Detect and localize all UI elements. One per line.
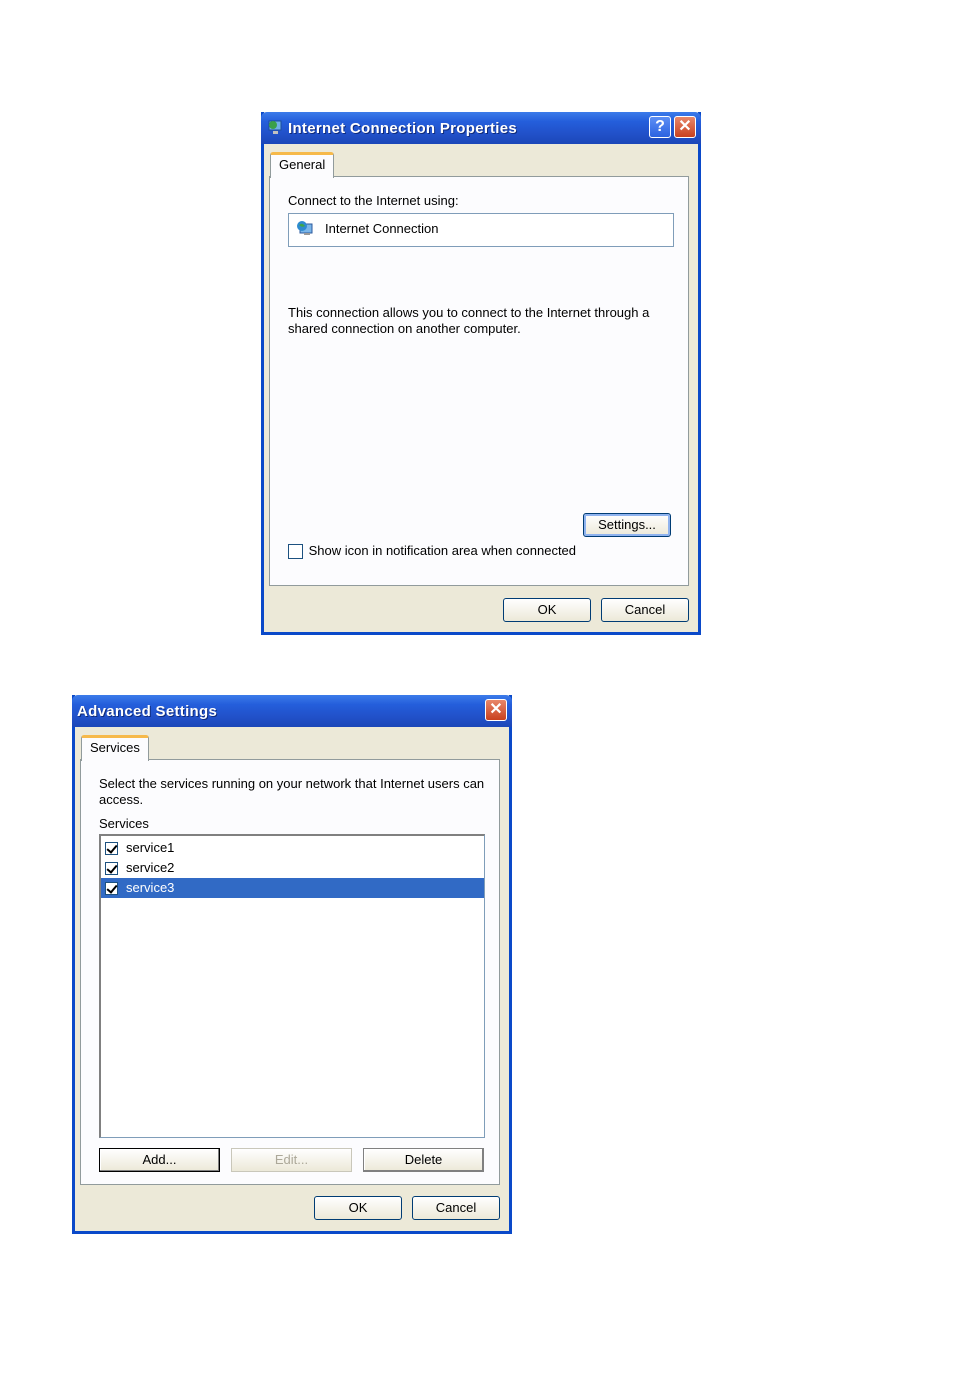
services-panel: Select the services running on your netw… [80, 759, 500, 1185]
add-button[interactable]: Add... [99, 1148, 220, 1172]
tab-services[interactable]: Services [81, 735, 149, 761]
connection-description: This connection allows you to connect to… [288, 305, 650, 336]
cancel-button-label: Cancel [624, 602, 666, 617]
cancel-button-label: Cancel [435, 1200, 477, 1215]
title-bar[interactable]: Internet Connection Properties ? ✕ [261, 112, 701, 144]
settings-button-label: Settings... [598, 517, 656, 532]
service-checkbox[interactable] [105, 842, 118, 856]
service-item[interactable]: service1 [101, 838, 484, 858]
service-item-selected[interactable]: service3 [101, 878, 484, 898]
close-icon: ✕ [678, 118, 692, 135]
delete-button[interactable]: Delete [363, 1148, 484, 1172]
ok-button[interactable]: OK [503, 598, 591, 622]
services-description: Select the services running on your netw… [99, 776, 485, 807]
settings-button[interactable]: Settings... [583, 513, 671, 537]
advanced-settings-dialog: Advanced Settings ✕ Services Select the … [72, 695, 512, 1234]
add-button-label: Add... [142, 1152, 177, 1167]
close-button[interactable]: ✕ [674, 116, 696, 138]
globe-computer-icon [297, 221, 313, 235]
show-icon-label: Show icon in notification area when conn… [308, 543, 577, 558]
connection-name: Internet Connection [325, 221, 439, 236]
title-bar[interactable]: Advanced Settings ✕ [72, 695, 512, 727]
close-icon: ✕ [489, 701, 503, 718]
show-icon-checkbox-row[interactable]: Show icon in notification area when conn… [288, 543, 577, 560]
dialog-title: Internet Connection Properties [288, 120, 518, 137]
network-icon [268, 120, 282, 134]
ok-button-label: OK [348, 1200, 368, 1215]
dialog-title: Advanced Settings [77, 703, 218, 720]
show-icon-checkbox[interactable] [288, 544, 303, 560]
help-button[interactable]: ? [649, 116, 671, 138]
service-checkbox[interactable] [105, 862, 118, 876]
connection-box: Internet Connection [288, 213, 674, 247]
services-label: Services [99, 816, 149, 831]
service-checkbox[interactable] [105, 882, 118, 896]
service-label: service3 [126, 880, 175, 895]
ok-button-label: OK [537, 602, 557, 617]
edit-button: Edit... [231, 1148, 352, 1172]
connect-using-label: Connect to the Internet using: [288, 193, 459, 208]
internet-connection-properties-dialog: Internet Connection Properties ? ✕ Gener… [261, 112, 701, 635]
service-label: service2 [126, 860, 175, 875]
tab-general[interactable]: General [270, 152, 335, 178]
general-panel: Connect to the Internet using: Internet … [269, 176, 689, 586]
edit-button-label: Edit... [274, 1152, 309, 1167]
cancel-button[interactable]: Cancel [412, 1196, 500, 1220]
ok-button[interactable]: OK [314, 1196, 402, 1220]
services-list[interactable]: service1 service2 service3 [99, 834, 485, 1138]
service-item[interactable]: service2 [101, 858, 484, 878]
tab-label: Services [90, 740, 140, 755]
tab-label: General [279, 157, 326, 172]
service-label: service1 [126, 840, 175, 855]
close-button[interactable]: ✕ [485, 699, 507, 721]
help-icon: ? [655, 118, 665, 135]
cancel-button[interactable]: Cancel [601, 598, 689, 622]
delete-button-label: Delete [404, 1152, 443, 1167]
